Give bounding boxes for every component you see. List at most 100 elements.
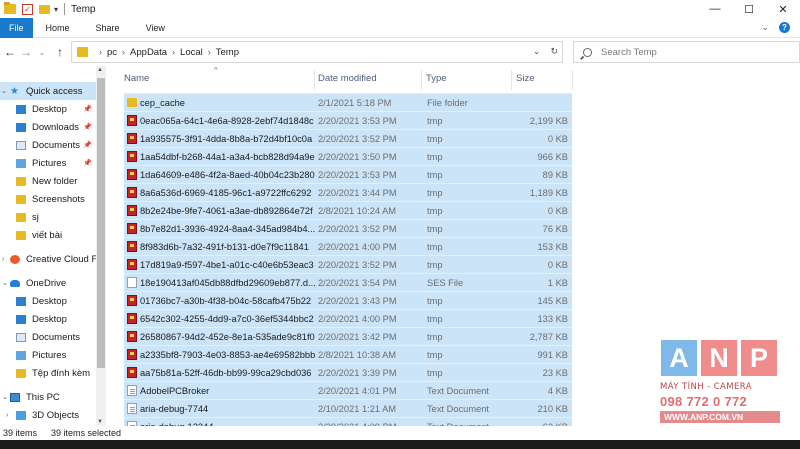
file-row[interactable]: aria-debug-7744 2/10/2021 1:21 AM Text Doc… [124,399,572,417]
breadcrumb-chevron-icon[interactable]: › [99,47,102,57]
sidebar-item-creative-cloud[interactable]: › Creative Cloud File [0,250,96,268]
collapse-chevron-icon[interactable]: ⌄ [2,279,8,287]
file-row[interactable]: aria-debug-122442/20/2021 4:09 PMText Do… [124,417,572,426]
tab-view[interactable]: View [133,18,178,38]
file-row[interactable]: cep_cache 2/1/2021 5:18 PM File folder [124,93,572,111]
sidebar-item-downloads[interactable]: Downloads 📌 [0,118,96,136]
file-row[interactable]: 8b2e24be-9fe7-4061-a3ae-db892864e72f 2/8/… [124,201,572,219]
address-bar[interactable]: › pc › AppData › Local › Temp ⌄ ↻ [71,41,563,63]
file-type: tmp [427,187,443,198]
folder-icon [16,176,26,186]
sidebar-item-3d-objects[interactable]: › 3D Objects [0,406,96,424]
scroll-up-icon[interactable]: ▲ [97,67,103,73]
sidebar-item-tep-dinh-kem[interactable]: Tệp đính kèm [0,364,96,382]
taskbar-strip [0,440,800,449]
file-row[interactable]: 6542c302-4255-4dd9-a7c0-36ef5344bbc2 2/20… [124,309,572,327]
file-type: tmp [427,241,443,252]
sidebar-item-onedrive[interactable]: ⌄ OneDrive [0,274,96,292]
refresh-icon[interactable]: ↻ [550,46,558,57]
back-arrow-icon[interactable]: ← [2,45,18,59]
sidebar-item-sj[interactable]: sj [0,208,96,226]
address-folder-icon [77,47,88,57]
expand-chevron-icon[interactable]: › [6,412,8,419]
column-header-date-modified[interactable]: Date modified [318,73,377,84]
file-row[interactable]: 26580867-94d2-452e-8e1a-535ade9c81f0 2/20… [124,327,572,345]
sidebar-item-quick-access[interactable]: ⌄ ★ Quick access [0,82,96,100]
column-divider[interactable] [572,70,573,90]
sidebar-item-pictures[interactable]: Pictures 📌 [0,154,96,172]
creative-cloud-icon [10,254,20,264]
folder-icon [16,194,26,204]
quick-access-new-folder-icon[interactable] [39,4,50,14]
file-name: 0eac065a-64c1-4e6a-8928-2ebf74d1848c [140,115,314,126]
file-row[interactable]: 01736bc7-a30b-4f38-b04c-58cafb475b22 2/20… [124,291,572,309]
file-size: 0 KB [547,259,568,270]
collapse-chevron-icon[interactable]: ⌄ [2,393,8,401]
tab-share[interactable]: Share [83,18,133,38]
forward-arrow-icon[interactable]: → [18,45,34,59]
sidebar-item-label: Quick access [26,85,83,97]
sidebar-item-viet-bai[interactable]: viết bài [0,226,96,244]
column-header-type[interactable]: Type [426,73,447,84]
quick-access-properties-icon[interactable]: ✓ [22,3,33,15]
file-row[interactable]: 0eac065a-64c1-4e6a-8928-2ebf74d1848c 2/20… [124,111,572,129]
breadcrumb-local[interactable]: Local [180,47,203,58]
file-row[interactable]: aa75b81a-52ff-46db-bb99-99ca29cbd036 2/20… [124,363,572,381]
file-row[interactable]: 17d819a9-f597-4be1-a01c-c40e6b53eac3 2/20… [124,255,572,273]
scroll-down-icon[interactable]: ▼ [97,419,103,425]
close-button[interactable]: ✕ [766,0,800,18]
search-box[interactable] [573,41,800,63]
file-row[interactable]: 1aa54dbf-b268-44a1-a3a4-bcb828d94a9e 2/20… [124,147,572,165]
sidebar-item-screenshots[interactable]: Screenshots [0,190,96,208]
sidebar-item-onedrive-desktop-2[interactable]: Desktop [0,310,96,328]
column-header-name[interactable]: Name [124,73,149,84]
breadcrumb-temp[interactable]: Temp [216,47,239,58]
sidebar-item-documents[interactable]: Documents 📌 [0,136,96,154]
recent-locations-chevron-icon[interactable]: ⌄ [34,48,50,57]
folder-icon [16,230,26,240]
anp-watermark-logo: A N P MÁY TÍNH - CAMERA 098 772 0 772 WW… [660,340,780,432]
column-header-size[interactable]: Size [516,73,534,84]
sidebar-item-onedrive-desktop[interactable]: Desktop [0,292,96,310]
tab-file[interactable]: File [0,17,33,38]
scrollbar-thumb[interactable] [97,78,105,368]
maximize-button[interactable]: ☐ [732,0,766,18]
file-row[interactable]: AdobelPCBroker 2/20/2021 4:01 PM Text Docu… [124,381,572,399]
file-row[interactable]: 18e190413af045db88dfbd29609eb877.d... 2/2… [124,273,572,291]
address-dropdown-icon[interactable]: ⌄ [533,46,541,57]
sidebar-item-this-pc[interactable]: ⌄ This PC [0,388,96,406]
column-divider[interactable] [511,70,512,90]
sidebar-item-desktop[interactable]: Desktop 📌 [0,100,96,118]
expand-chevron-icon[interactable]: › [2,256,4,263]
file-row[interactable]: 1a935575-3f91-4dda-8b8a-b72d4bf10c0a 2/20… [124,129,572,147]
file-row[interactable]: 8b7e82d1-3936-4924-8aa4-345ad984b4... 2/2… [124,219,572,237]
sidebar-item-onedrive-pictures[interactable]: Pictures [0,346,96,364]
navigation-pane-scrollbar[interactable]: ▲ ▼ [96,66,106,426]
search-input[interactable] [601,46,781,58]
file-row[interactable]: 8a6a536d-6969-4185-96c1-a9722ffc6292 2/20… [124,183,572,201]
column-divider[interactable] [314,70,315,90]
sidebar-item-new-folder[interactable]: New folder [0,172,96,190]
breadcrumb-chevron-icon[interactable]: › [172,47,175,57]
file-date-modified: 2/20/2021 3:52 PM [318,259,397,270]
collapse-chevron-icon[interactable]: ⌄ [1,87,7,95]
column-divider[interactable] [421,70,422,90]
file-row[interactable]: a2335bf8-7903-4e03-8853-ae4e69582bbb 2/8/… [124,345,572,363]
file-date-modified: 2/20/2021 3:52 PM [318,133,397,144]
breadcrumb-chevron-icon[interactable]: › [208,47,211,57]
file-row[interactable]: 1da64609-e486-4f2a-8aed-40b04c23b280 2/20… [124,165,572,183]
sidebar-item-onedrive-documents[interactable]: Documents [0,328,96,346]
up-arrow-icon[interactable]: ↑ [52,45,68,59]
file-row[interactable]: 8f983d6b-7a32-491f-b131-d0e7f9c11841 2/20… [124,237,572,255]
expand-ribbon-chevron-icon[interactable]: ⌄ [761,22,769,33]
breadcrumb-pc[interactable]: pc [107,47,117,58]
breadcrumb-appdata[interactable]: AppData [130,47,167,58]
tab-home[interactable]: Home [33,18,83,38]
customize-quick-access-dropdown-icon[interactable]: ▾ [54,5,58,14]
tmp-file-icon [127,295,137,306]
help-icon[interactable]: ? [779,22,790,33]
file-date-modified: 2/20/2021 4:00 PM [318,313,397,324]
file-name: 8f983d6b-7a32-491f-b131-d0e7f9c11841 [140,241,309,252]
breadcrumb-chevron-icon[interactable]: › [122,47,125,57]
minimize-button[interactable]: — [698,0,732,18]
